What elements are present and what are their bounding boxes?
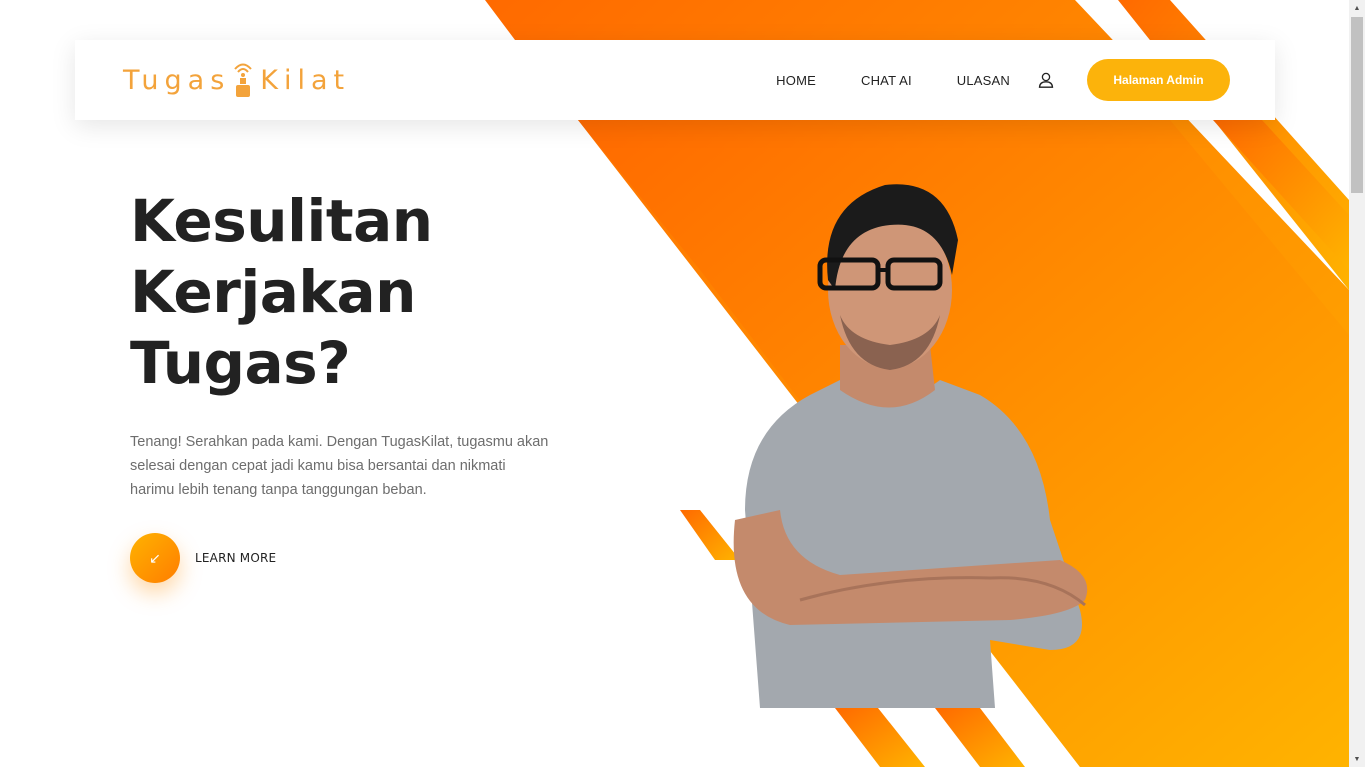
brand-logo[interactable]: Tugas Kilat bbox=[123, 60, 350, 100]
hero-title: Kesulitan Kerjakan Tugas? bbox=[130, 186, 433, 399]
scroll-thumb[interactable] bbox=[1351, 17, 1363, 193]
learn-more-label[interactable]: LEARN MORE bbox=[195, 551, 276, 565]
scroll-up-arrow-icon[interactable]: ▲ bbox=[1349, 0, 1365, 16]
wifi-tower-icon bbox=[234, 63, 253, 97]
brand-name-left: Tugas bbox=[123, 64, 231, 96]
hero-title-line: Tugas? bbox=[130, 329, 351, 397]
brand-name-right: Kilat bbox=[260, 64, 351, 96]
hero-title-line: Kesulitan bbox=[130, 187, 433, 255]
nav-chat-ai[interactable]: CHAT AI bbox=[861, 73, 912, 88]
user-icon[interactable] bbox=[1038, 72, 1054, 88]
scroll-down-arrow-icon[interactable]: ▼ bbox=[1349, 751, 1365, 767]
nav-menu: HOME CHAT AI ULASAN Halaman Admin bbox=[776, 40, 1230, 120]
arrow-down-left-icon: ↙ bbox=[149, 549, 161, 566]
learn-more-button[interactable]: ↙ bbox=[130, 533, 180, 583]
navbar: Tugas Kilat HOME CHAT AI ULASAN Halaman … bbox=[75, 40, 1275, 120]
hero-description: Tenang! Serahkan pada kami. Dengan Tugas… bbox=[130, 434, 549, 498]
admin-page-button[interactable]: Halaman Admin bbox=[1087, 59, 1230, 101]
learn-more-cta: ↙ LEARN MORE bbox=[130, 533, 276, 583]
nav-ulasan[interactable]: ULASAN bbox=[957, 73, 1010, 88]
hero-person-image bbox=[733, 184, 1088, 708]
hero-title-line: Kerjakan bbox=[130, 258, 416, 326]
landing-page: Tugas Kilat HOME CHAT AI ULASAN Halaman … bbox=[0, 0, 1365, 767]
nav-home[interactable]: HOME bbox=[776, 73, 816, 88]
page-scrollbar[interactable]: ▲ ▼ bbox=[1349, 0, 1365, 767]
